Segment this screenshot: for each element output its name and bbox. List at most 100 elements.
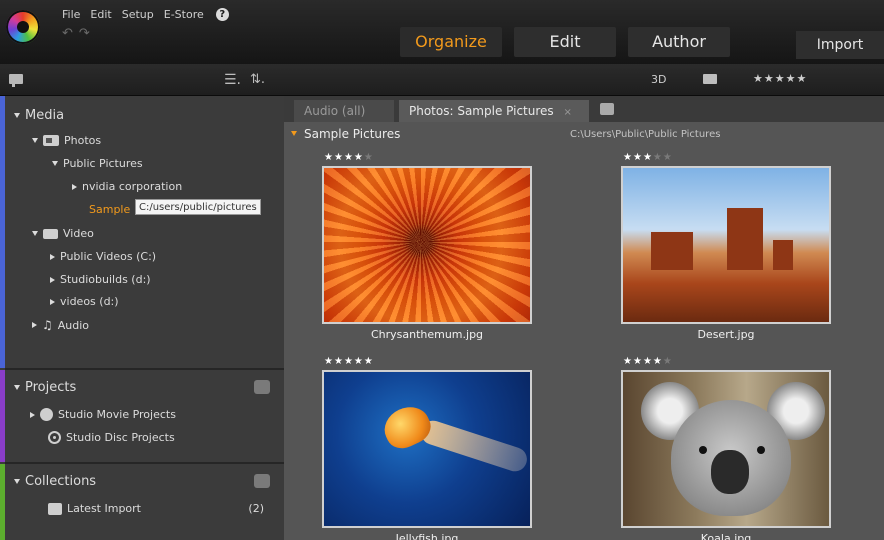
film-reel-icon xyxy=(40,408,53,421)
tab-photos-sample[interactable]: Photos: Sample Pictures × xyxy=(399,100,589,122)
projects-header[interactable]: Projects xyxy=(14,380,76,395)
tree-item-photos[interactable]: Photos xyxy=(32,134,101,147)
tab-audio-all[interactable]: Audio (all) xyxy=(294,100,394,122)
tree-item-video[interactable]: Video xyxy=(32,227,94,240)
photos-icon xyxy=(43,135,59,146)
sort-icon[interactable]: ⇅. xyxy=(250,72,265,87)
audio-label: Audio xyxy=(57,318,90,332)
author-tab[interactable]: Author xyxy=(628,27,730,57)
star-filled-icon[interactable]: ★ xyxy=(623,152,633,163)
projects-options-icon[interactable] xyxy=(254,380,270,394)
collections-header[interactable]: Collections xyxy=(14,474,96,489)
star-filled-icon[interactable]: ★ xyxy=(633,152,643,163)
star-filled-icon[interactable]: ★ xyxy=(324,356,334,367)
projects-title: Projects xyxy=(25,380,77,395)
3d-filter-button[interactable]: 3D xyxy=(651,73,666,86)
collections-title: Collections xyxy=(25,474,97,489)
list-view-icon[interactable]: ☰. xyxy=(224,72,241,88)
rating-stars[interactable]: ★★★★★ xyxy=(324,356,374,367)
tree-item-audio[interactable]: ♫ Audio xyxy=(32,318,89,332)
menu-file[interactable]: File xyxy=(62,8,80,21)
star-filled-icon[interactable]: ★ xyxy=(344,356,354,367)
jellyfish-bell xyxy=(378,400,436,454)
expand-arrow-icon xyxy=(50,276,55,283)
add-tab-icon[interactable] xyxy=(600,103,614,115)
star-empty-icon[interactable]: ★ xyxy=(663,152,673,163)
organize-tab[interactable]: Organize xyxy=(400,27,502,57)
tab-audio-label: Audio (all) xyxy=(304,104,366,118)
tree-item-videos-d[interactable]: videos (d:) xyxy=(50,295,119,308)
tree-item-sample-pictures[interactable]: Sample xyxy=(89,203,130,216)
close-icon[interactable]: × xyxy=(564,107,572,118)
star-filled-icon[interactable]: ★ xyxy=(623,356,633,367)
rating-stars[interactable]: ★★★★★ xyxy=(623,356,673,367)
star-filled-icon[interactable]: ★ xyxy=(653,356,663,367)
star-filled-icon[interactable]: ★ xyxy=(334,152,344,163)
photo-thumbnail[interactable] xyxy=(621,166,831,324)
videos-d-label: videos (d:) xyxy=(60,295,119,308)
tree-item-studiobuilds[interactable]: Studiobuilds (d:) xyxy=(50,273,151,286)
help-icon[interactable]: ? xyxy=(215,8,229,21)
star-filled-icon[interactable]: ★ xyxy=(643,152,653,163)
star-filled-icon[interactable]: ★ xyxy=(643,356,653,367)
star-empty-icon[interactable]: ★ xyxy=(663,356,673,367)
rating-stars[interactable]: ★★★★★ xyxy=(623,152,673,163)
rating-filter[interactable]: ★★★★★ xyxy=(753,72,807,85)
star-filled-icon[interactable]: ★ xyxy=(354,152,364,163)
tree-item-nvidia[interactable]: nvidia corporation xyxy=(72,180,182,193)
expand-arrow-icon xyxy=(32,322,37,328)
menu-edit[interactable]: Edit xyxy=(90,8,111,21)
disc-projects-label: Studio Disc Projects xyxy=(66,431,175,444)
star-empty-icon[interactable]: ★ xyxy=(653,152,663,163)
collections-stripe xyxy=(0,464,5,540)
star-filled-icon[interactable]: ★ xyxy=(364,356,374,367)
undo-icon[interactable]: ↶ xyxy=(62,26,73,41)
photo-thumbnail[interactable] xyxy=(322,166,532,324)
koala-nose xyxy=(711,450,749,494)
location-tabs: Audio (all) Photos: Sample Pictures × xyxy=(284,96,884,122)
library-menu-icon[interactable] xyxy=(9,74,23,87)
latest-import-label: Latest Import xyxy=(67,502,141,515)
tree-item-public-videos[interactable]: Public Videos (C:) xyxy=(50,250,156,263)
tree-item-movie-projects[interactable]: Studio Movie Projects xyxy=(30,408,176,421)
mesa-shape xyxy=(727,208,763,270)
tree-item-public-pictures[interactable]: Public Pictures xyxy=(52,157,143,170)
menu-setup[interactable]: Setup xyxy=(122,8,154,21)
jellyfish-tentacles xyxy=(417,417,530,475)
tree-item-latest-import[interactable]: Latest Import xyxy=(48,502,141,515)
collapse-arrow-icon xyxy=(52,161,58,166)
collapse-arrow-icon xyxy=(32,138,38,143)
redo-icon[interactable]: ↷ xyxy=(79,26,90,41)
media-section: Media Photos Public Pictures nvidia corp… xyxy=(0,96,284,368)
star-filled-icon[interactable]: ★ xyxy=(633,356,643,367)
navigator-sidebar: Media Photos Public Pictures nvidia corp… xyxy=(0,96,284,540)
collections-options-icon[interactable] xyxy=(254,474,270,488)
rating-stars[interactable]: ★★★★★ xyxy=(324,152,374,163)
photo-thumbnail[interactable] xyxy=(621,370,831,528)
video-label: Video xyxy=(63,227,94,240)
projects-section: Projects Studio Movie Projects Studio Di… xyxy=(0,370,284,462)
star-empty-icon[interactable]: ★ xyxy=(364,152,374,163)
media-header[interactable]: Media xyxy=(14,108,64,123)
photo-thumbnail[interactable] xyxy=(322,370,532,528)
photo-caption: Koala.jpg xyxy=(700,532,752,540)
public-videos-label: Public Videos (C:) xyxy=(60,250,157,263)
import-button[interactable]: Import xyxy=(796,31,884,59)
public-pictures-label: Public Pictures xyxy=(63,157,143,170)
star-filled-icon[interactable]: ★ xyxy=(354,356,364,367)
edit-tab[interactable]: Edit xyxy=(514,27,616,57)
expand-arrow-icon xyxy=(30,411,35,418)
star-filled-icon[interactable]: ★ xyxy=(324,152,334,163)
star-filled-icon[interactable]: ★ xyxy=(344,152,354,163)
tab-photos-label: Photos: Sample Pictures xyxy=(409,104,554,118)
menu-estore[interactable]: E-Store xyxy=(164,8,204,21)
collapse-arrow-icon[interactable] xyxy=(291,131,297,136)
folder-name: Sample Pictures xyxy=(304,127,401,141)
star-filled-icon[interactable]: ★ xyxy=(334,356,344,367)
music-note-icon: ♫ xyxy=(42,318,53,332)
expand-arrow-icon xyxy=(50,253,55,260)
tree-item-disc-projects[interactable]: Studio Disc Projects xyxy=(48,431,175,444)
folder-header: Sample Pictures C:\Users\Public\Public P… xyxy=(284,125,884,143)
view-mode-icon[interactable] xyxy=(703,74,717,84)
collections-section: Collections Latest Import (2) xyxy=(0,464,284,540)
